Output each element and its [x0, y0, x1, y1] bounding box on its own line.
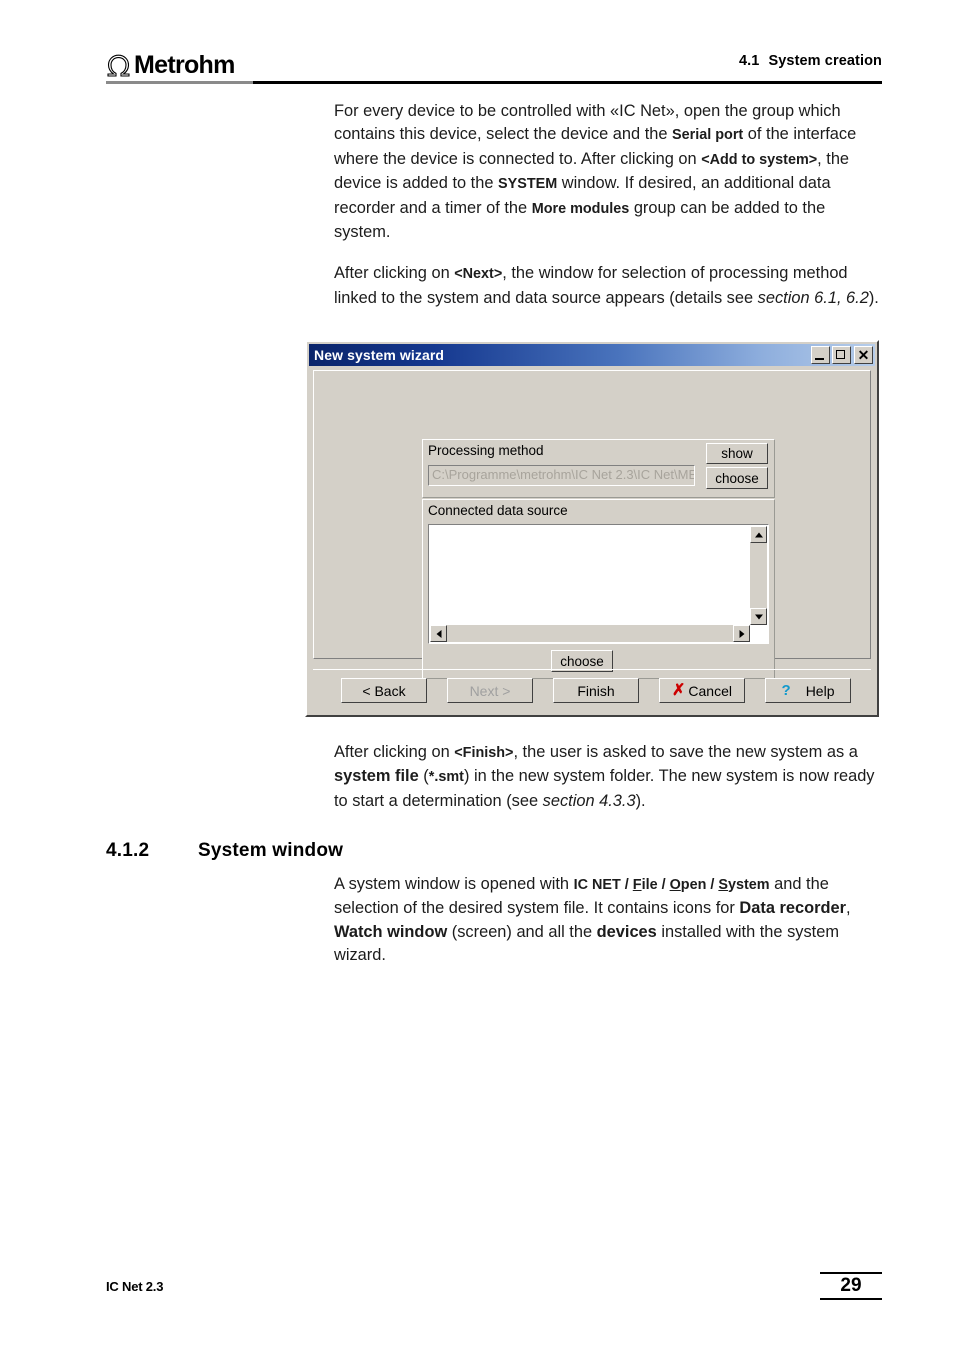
help-button[interactable]: ? Help — [765, 678, 851, 703]
p4-bold-devices: devices — [596, 922, 657, 941]
maximize-button[interactable] — [832, 346, 851, 364]
scroll-up-button[interactable] — [750, 526, 767, 543]
p4-sep3: / — [706, 877, 719, 893]
p2-part1: After clicking on — [334, 264, 455, 283]
p1-bold-more-modules: More modules — [531, 200, 630, 217]
scroll-right-button[interactable] — [733, 625, 750, 642]
header-rule-black-segment — [253, 81, 882, 84]
show-button[interactable]: show — [706, 443, 768, 464]
footer-page-number-block: 29 — [820, 1272, 882, 1300]
p4-sep2: / — [657, 877, 670, 893]
header-rule — [106, 81, 882, 84]
paragraph-finish-click: After clicking on <Finish>, the user is … — [334, 741, 882, 813]
p4-bold-data-recorder: Data recorder — [739, 899, 846, 918]
finish-button[interactable]: Finish — [553, 678, 639, 703]
paragraph-system-window: A system window is opened with IC NET / … — [334, 873, 882, 968]
dialog-title: New system wizard — [314, 347, 445, 363]
new-system-wizard-dialog: New system wizard ✕ Processing method C:… — [305, 340, 879, 717]
p2-part3: ). — [868, 288, 879, 307]
p4-bold-file-accel: F — [632, 877, 642, 893]
next-button: Next > — [447, 678, 533, 703]
section-heading-number: 4.1.2 — [106, 840, 150, 861]
p4-bold-open-accel: O — [669, 877, 681, 893]
header-rule-gray-segment — [106, 81, 253, 84]
vertical-scrollbar[interactable] — [750, 526, 767, 625]
p4-bold-system-rest: ystem — [727, 877, 770, 893]
page-number-rule-bottom — [820, 1298, 882, 1300]
processing-method-path-input[interactable]: C:\Programme\metrohm\IC Net 2.3\IC Net\M… — [428, 465, 695, 486]
header-section-title: 4.1 System creation — [739, 53, 882, 69]
close-icon: ✕ — [857, 347, 870, 363]
processing-method-label: Processing method — [428, 443, 544, 458]
p3-bold-finish: <Finish> — [454, 745, 514, 761]
p3-bold-system-file: system file — [334, 767, 419, 786]
processing-method-group: Processing method C:\Programme\metrohm\I… — [422, 439, 775, 498]
close-button[interactable]: ✕ — [854, 346, 873, 364]
data-source-listbox[interactable] — [428, 524, 769, 644]
p3-part5: ). — [635, 791, 646, 810]
maximize-icon — [836, 350, 845, 359]
p3-part1: After clicking on — [334, 743, 455, 761]
arrow-left-icon — [436, 629, 441, 638]
footer-product-name: IC Net 2.3 — [106, 1279, 164, 1294]
cancel-button-label: Cancel — [688, 682, 732, 699]
p1-bold-serial-port: Serial port — [672, 127, 744, 144]
question-mark-icon: ? — [781, 682, 791, 699]
help-button-label: Help — [805, 682, 835, 699]
logo-wordmark: Metrohm — [134, 51, 235, 79]
p4-bold-system-accel: S — [718, 877, 728, 893]
p4-sep1: / — [620, 877, 633, 893]
p4-part1: A system window is opened with — [334, 875, 574, 893]
back-button[interactable]: < Back — [341, 678, 427, 703]
p4-part3: , — [846, 899, 851, 918]
data-source-label: Connected data source — [428, 503, 568, 518]
p3-italic-section-ref: section 4.3.3 — [542, 791, 636, 810]
p4-bold-open-rest: pen — [680, 877, 707, 893]
p4-part4: (screen) and all the — [447, 922, 597, 941]
window-controls: ✕ — [811, 346, 873, 364]
metrohm-logo: Metrohm — [106, 48, 235, 78]
horizontal-scrollbar[interactable] — [430, 625, 750, 642]
dialog-client-area: Processing method C:\Programme\metrohm\I… — [313, 370, 871, 679]
header-section-number: 4.1 — [739, 53, 760, 69]
p1-bold-system: SYSTEM — [498, 176, 558, 193]
content-column-after-dialog: After clicking on <Finish>, the user is … — [334, 741, 882, 813]
p4-bold-watch-window: Watch window — [334, 922, 448, 941]
p3-part2: , the user is asked to save the new syst… — [513, 743, 858, 761]
dialog-titlebar[interactable]: New system wizard ✕ — [309, 344, 875, 366]
content-column-top: For every device to be controlled with «… — [334, 100, 882, 310]
section-heading-title: System window — [198, 840, 344, 861]
minimize-icon — [815, 357, 824, 360]
omega-mark-icon — [107, 54, 130, 77]
p1-bold-add-to-system: <Add to system> — [701, 151, 818, 168]
p2-italic-section-ref: section 6.1, 6.2 — [757, 288, 869, 307]
choose-method-button[interactable]: choose — [706, 467, 768, 489]
p2-bold-next: <Next> — [454, 266, 503, 283]
arrow-right-icon — [739, 629, 744, 638]
cancel-x-icon: ✗ — [672, 681, 686, 699]
paragraph-next-click: After clicking on <Next>, the window for… — [334, 262, 882, 310]
arrow-up-icon — [754, 532, 763, 537]
page-number: 29 — [840, 1275, 862, 1296]
p3-bold-smt: *.smt — [428, 769, 464, 786]
section-heading-4-1-2: 4.1.2 System window — [106, 840, 882, 862]
paragraph-device-control: For every device to be controlled with «… — [334, 100, 882, 244]
p4-bold-ic-net: IC NET — [573, 877, 621, 893]
content-column-section-412: A system window is opened with IC NET / … — [334, 873, 882, 968]
scroll-down-button[interactable] — [750, 608, 767, 625]
cancel-button[interactable]: ✗ Cancel — [659, 678, 745, 703]
minimize-button[interactable] — [811, 346, 830, 364]
p3-part3: ( — [418, 767, 429, 786]
arrow-down-icon — [754, 614, 763, 619]
p4-bold-file-rest: ile — [641, 877, 658, 893]
data-source-group: Connected data source choose — [422, 499, 775, 679]
scroll-left-button[interactable] — [430, 625, 447, 642]
header-section-name: System creation — [768, 53, 882, 69]
dialog-footer: < Back Next > Finish ✗ Cancel ? Help — [313, 669, 871, 709]
